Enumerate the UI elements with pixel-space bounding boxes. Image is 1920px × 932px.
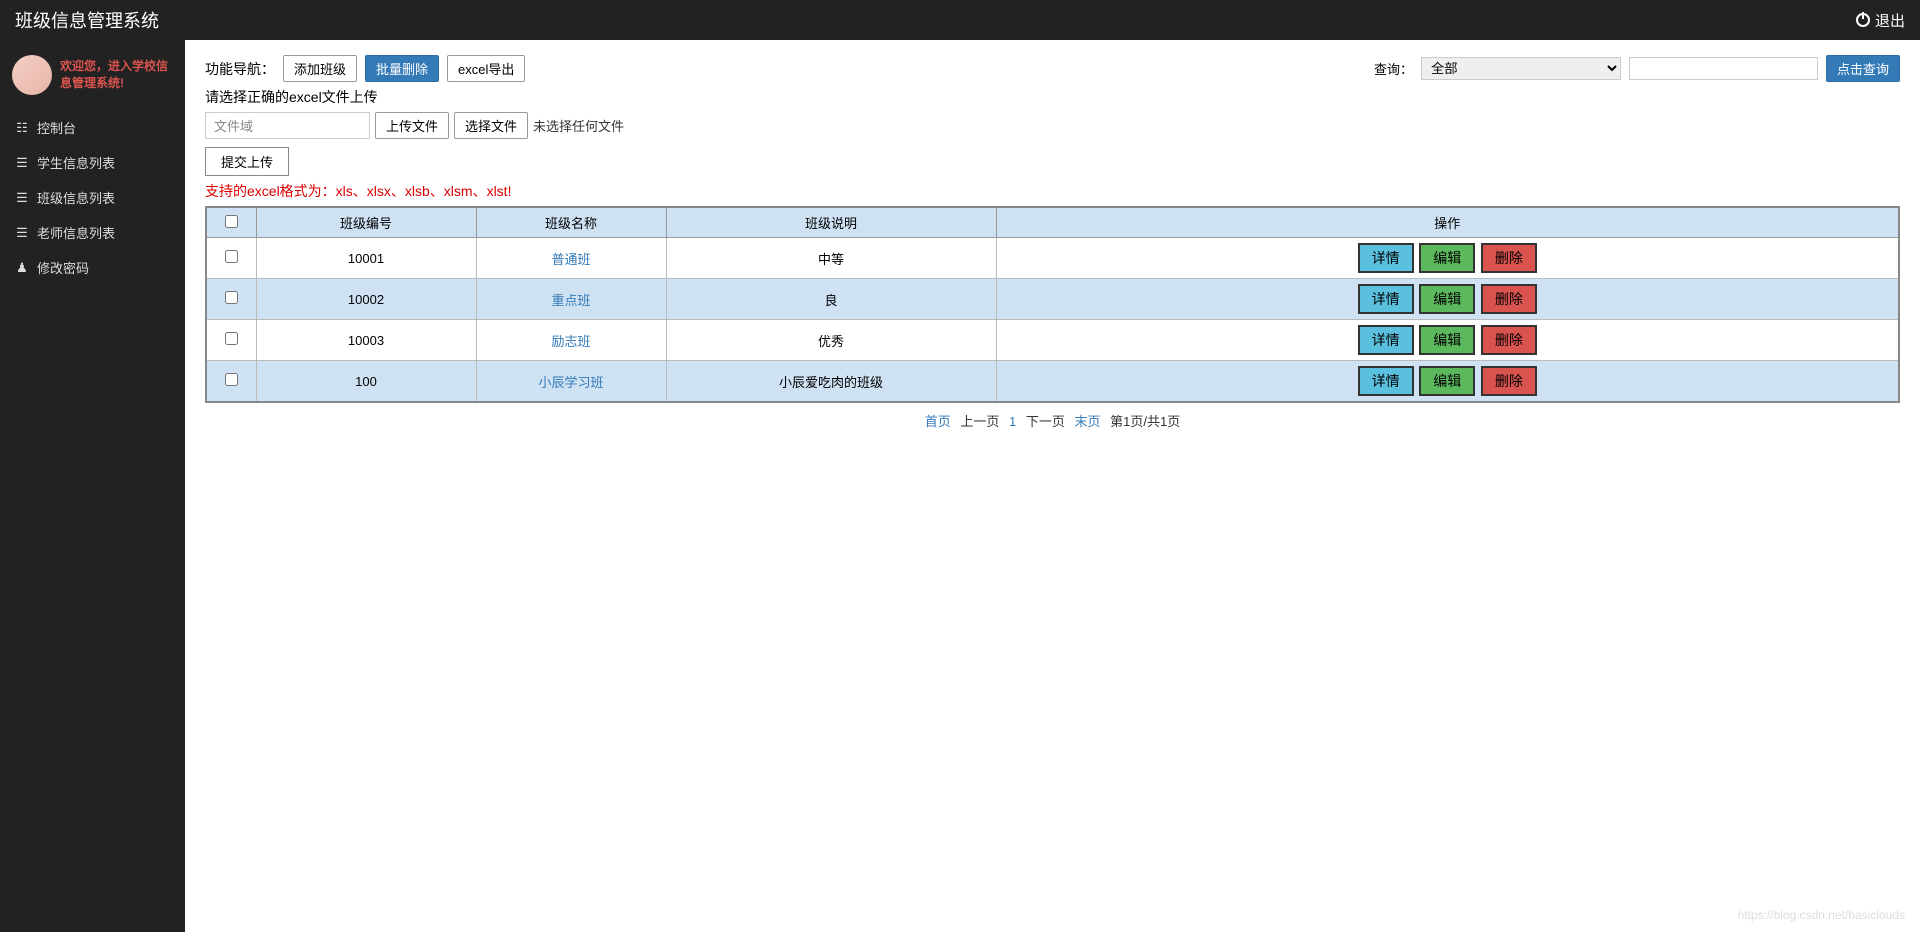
format-hint: 支持的excel格式为：xls、xlsx、xlsb、xlsm、xlst! <box>205 181 1900 201</box>
power-icon <box>1856 13 1870 27</box>
excel-export-button[interactable]: excel导出 <box>447 55 525 82</box>
cell-id: 10003 <box>256 320 476 361</box>
sidebar-item-3[interactable]: ☰ 老师信息列表 <box>0 215 185 250</box>
table-row: 10003 励志班 优秀 详情 编辑 删除 <box>206 320 1899 361</box>
detail-button[interactable]: 详情 <box>1358 366 1414 396</box>
delete-button[interactable]: 删除 <box>1481 325 1537 355</box>
edit-button[interactable]: 编辑 <box>1419 366 1475 396</box>
list-icon: ☰ <box>15 190 29 206</box>
row-checkbox[interactable] <box>225 332 238 345</box>
page-prev[interactable]: 上一页 <box>960 414 999 429</box>
sidebar-item-label: 老师信息列表 <box>37 223 115 242</box>
sidebar-item-label: 班级信息列表 <box>37 188 115 207</box>
watermark: https://blog.csdn.net/basiclouds <box>1738 908 1905 922</box>
toolbar-nav-label: 功能导航： <box>205 59 275 79</box>
cell-name[interactable]: 励志班 <box>476 320 666 361</box>
header-id: 班级编号 <box>256 207 476 238</box>
row-checkbox[interactable] <box>225 250 238 263</box>
cell-name[interactable]: 小辰学习班 <box>476 361 666 403</box>
user-icon: ♟ <box>15 260 29 276</box>
header-name: 班级名称 <box>476 207 666 238</box>
delete-button[interactable]: 删除 <box>1481 366 1537 396</box>
choose-file-button[interactable]: 选择文件 <box>454 112 528 139</box>
file-field[interactable]: 文件域 <box>205 112 370 139</box>
detail-button[interactable]: 详情 <box>1358 284 1414 314</box>
detail-button[interactable]: 详情 <box>1358 243 1414 273</box>
header-action: 操作 <box>996 207 1899 238</box>
delete-button[interactable]: 删除 <box>1481 284 1537 314</box>
query-select[interactable]: 全部 <box>1421 57 1621 80</box>
logout-label: 退出 <box>1875 10 1905 31</box>
upload-file-button[interactable]: 上传文件 <box>375 112 449 139</box>
page-next[interactable]: 下一页 <box>1026 414 1065 429</box>
sidebar-item-label: 学生信息列表 <box>37 153 115 172</box>
header-desc: 班级说明 <box>666 207 996 238</box>
cell-desc: 良 <box>666 279 996 320</box>
query-input[interactable] <box>1629 57 1818 80</box>
class-table: 班级编号 班级名称 班级说明 操作 10001 普通班 中等 详情 编辑 删除 … <box>205 206 1900 403</box>
welcome-text: 欢迎您，进入学校信息管理系统! <box>60 58 173 92</box>
page-number[interactable]: 1 <box>1009 414 1016 429</box>
page-last[interactable]: 末页 <box>1075 414 1101 429</box>
select-all-checkbox[interactable] <box>225 215 238 228</box>
avatar <box>12 55 52 95</box>
welcome-box: 欢迎您，进入学校信息管理系统! <box>0 55 185 110</box>
sidebar-item-1[interactable]: ☰ 学生信息列表 <box>0 145 185 180</box>
page-info: 第1页/共1页 <box>1110 414 1180 429</box>
cell-name[interactable]: 重点班 <box>476 279 666 320</box>
delete-button[interactable]: 删除 <box>1481 243 1537 273</box>
dashboard-icon: ☷ <box>15 120 29 136</box>
row-checkbox[interactable] <box>225 373 238 386</box>
edit-button[interactable]: 编辑 <box>1419 284 1475 314</box>
page-first[interactable]: 首页 <box>925 414 951 429</box>
submit-upload-button[interactable]: 提交上传 <box>205 147 289 176</box>
sidebar: 欢迎您，进入学校信息管理系统! ☷ 控制台 ☰ 学生信息列表 ☰ 班级信息列表 ☰ 老师信息列… <box>0 40 185 932</box>
app-header: 班级信息管理系统 退出 <box>0 0 1920 40</box>
cell-name[interactable]: 普通班 <box>476 238 666 279</box>
list-icon: ☰ <box>15 155 29 171</box>
sidebar-item-label: 控制台 <box>37 118 76 137</box>
list-icon: ☰ <box>15 225 29 241</box>
query-button[interactable]: 点击查询 <box>1826 55 1900 82</box>
edit-button[interactable]: 编辑 <box>1419 243 1475 273</box>
add-class-button[interactable]: 添加班级 <box>283 55 357 82</box>
table-row: 10001 普通班 中等 详情 编辑 删除 <box>206 238 1899 279</box>
upload-hint: 请选择正确的excel文件上传 <box>205 87 1900 107</box>
logout-button[interactable]: 退出 <box>1856 10 1905 31</box>
table-row: 100 小辰学习班 小辰爱吃肉的班级 详情 编辑 删除 <box>206 361 1899 403</box>
cell-id: 10001 <box>256 238 476 279</box>
main-content: 功能导航： 添加班级 批量删除 excel导出 查询： 全部 点击查询 请选择正… <box>185 40 1920 932</box>
detail-button[interactable]: 详情 <box>1358 325 1414 355</box>
sidebar-item-label: 修改密码 <box>37 258 89 277</box>
query-label: 查询： <box>1374 59 1413 78</box>
row-checkbox[interactable] <box>225 291 238 304</box>
table-row: 10002 重点班 良 详情 编辑 删除 <box>206 279 1899 320</box>
sidebar-item-4[interactable]: ♟ 修改密码 <box>0 250 185 285</box>
batch-delete-button[interactable]: 批量删除 <box>365 55 439 82</box>
cell-id: 100 <box>256 361 476 403</box>
cell-desc: 优秀 <box>666 320 996 361</box>
cell-desc: 小辰爱吃肉的班级 <box>666 361 996 403</box>
cell-id: 10002 <box>256 279 476 320</box>
app-title: 班级信息管理系统 <box>15 7 159 33</box>
no-file-text: 未选择任何文件 <box>533 116 624 135</box>
sidebar-item-0[interactable]: ☷ 控制台 <box>0 110 185 145</box>
cell-desc: 中等 <box>666 238 996 279</box>
pagination: 首页 上一页 1 下一页 末页 第1页/共1页 <box>205 403 1900 438</box>
sidebar-item-2[interactable]: ☰ 班级信息列表 <box>0 180 185 215</box>
edit-button[interactable]: 编辑 <box>1419 325 1475 355</box>
